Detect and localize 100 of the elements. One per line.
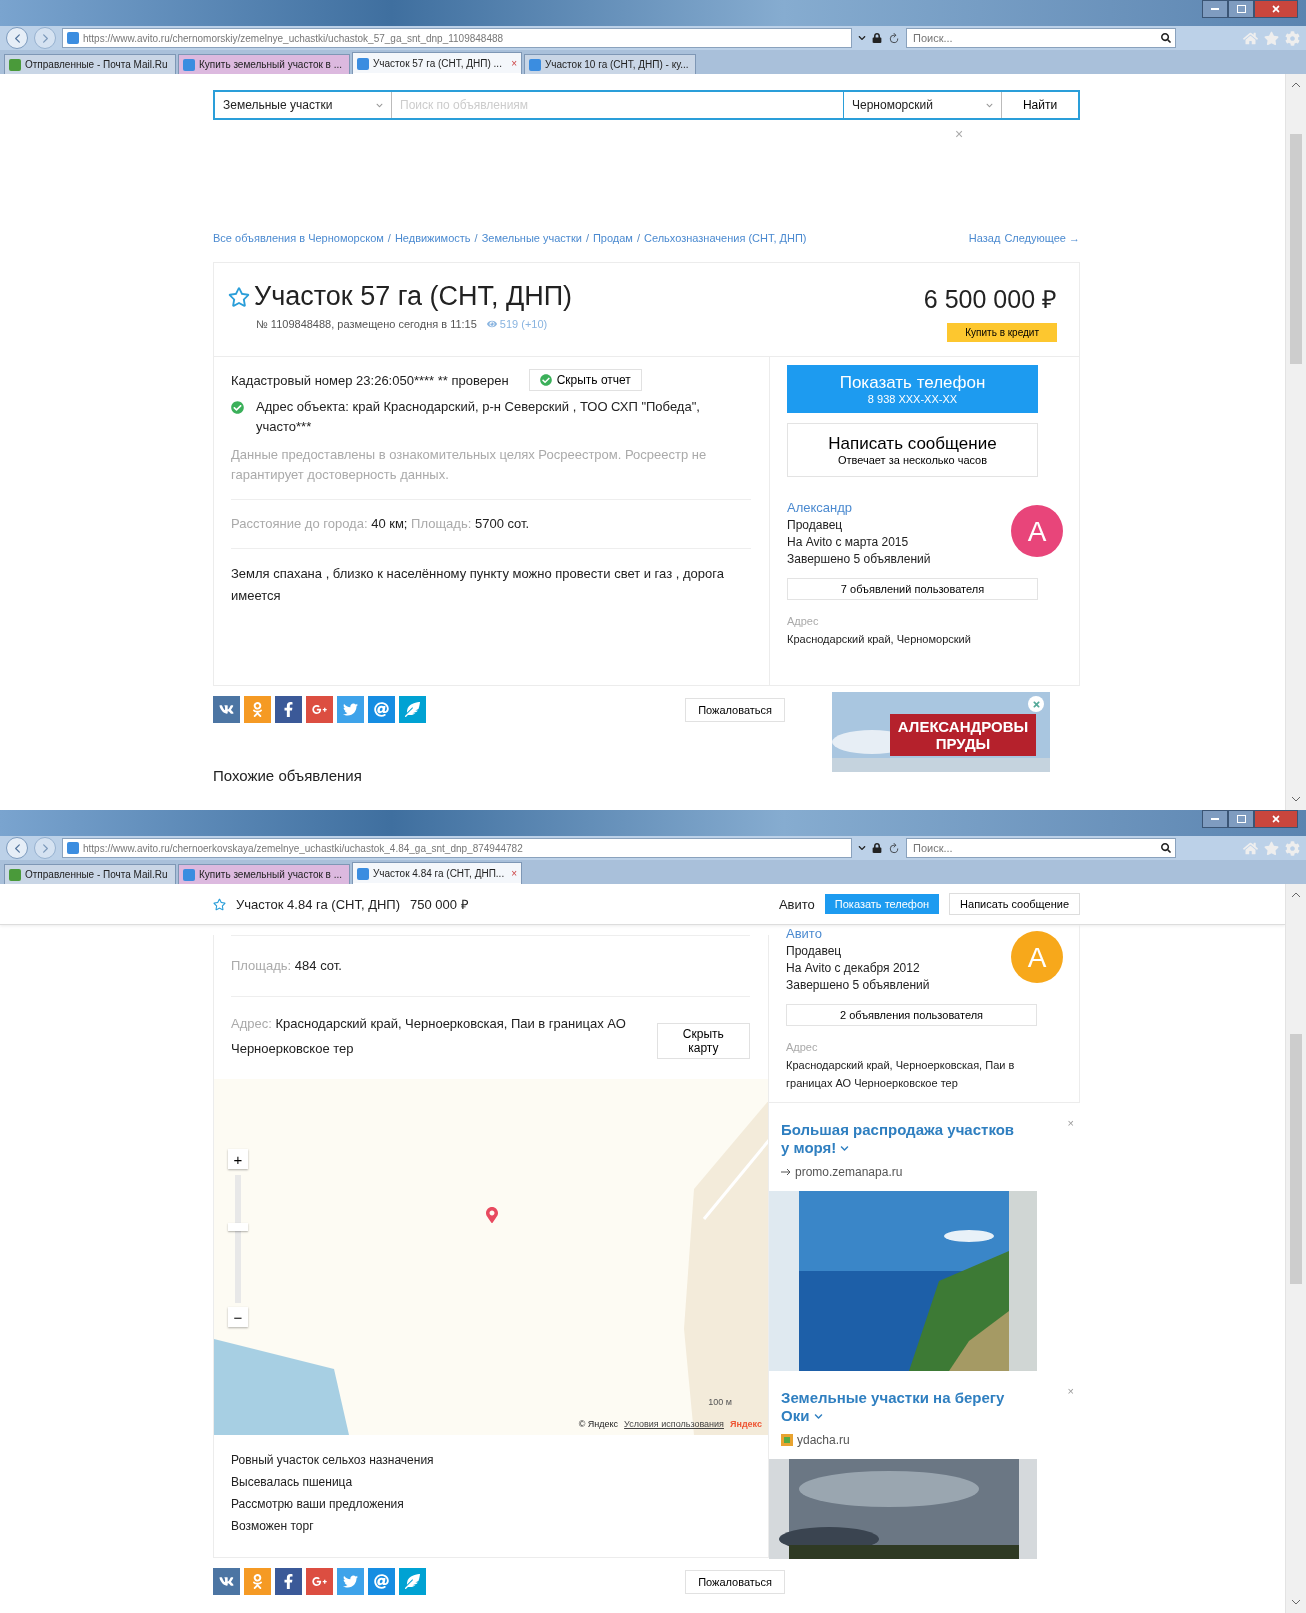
breadcrumb-link[interactable]: Земельные участки	[481, 232, 582, 244]
scroll-up-icon[interactable]	[1291, 892, 1301, 898]
user-listings-button[interactable]: 7 объявлений пользователя	[787, 578, 1038, 600]
scroll-up-icon[interactable]	[1291, 82, 1301, 88]
favorite-star-icon[interactable]	[213, 897, 226, 911]
credit-button[interactable]: Купить в кредит	[947, 323, 1057, 342]
address-field[interactable]: https://www.avito.ru/chernoerkovskaya/zemelnye_uchastki/uchastok_4.84_ga_snt_dnp_874944782	[62, 838, 852, 858]
browser-tab[interactable]: Купить земельный участок в ...	[178, 54, 350, 74]
site-favicon-icon	[67, 842, 79, 854]
star-icon[interactable]	[1264, 30, 1279, 46]
tab-label: Купить земельный участок в ...	[199, 869, 343, 880]
tab-close-button[interactable]: ×	[511, 868, 517, 879]
breadcrumb-link[interactable]: Продам	[592, 232, 633, 244]
breadcrumb-separator: /	[474, 232, 478, 244]
tab-close-button[interactable]: ×	[511, 58, 517, 69]
scrollbar[interactable]	[1285, 74, 1306, 810]
favorite-star-icon[interactable]	[228, 285, 250, 308]
at-sign-icon	[374, 1574, 389, 1589]
dropdown-icon[interactable]	[858, 844, 866, 852]
param-value: 40 км;	[371, 516, 408, 531]
tab-label: Отправленные - Почта Mail.Ru	[25, 869, 168, 880]
param-value: 484 сот.	[294, 958, 342, 973]
maximize-button[interactable]	[1228, 810, 1254, 828]
search-icon[interactable]	[1161, 33, 1171, 43]
minimize-button[interactable]	[1202, 0, 1228, 18]
hide-map-button[interactable]: Скрыть карту	[656, 1023, 750, 1059]
search-field[interactable]: Поиск...	[906, 838, 1176, 858]
browser-tab[interactable]: Купить земельный участок в ...	[178, 864, 350, 884]
tab-label: Участок 10 га (СНТ, ДНП) - ку...	[545, 59, 689, 70]
star-icon[interactable]	[1264, 840, 1279, 856]
address-field[interactable]: https://www.avito.ru/chernomorskiy/zemelnye_uchastki/uchastok_57_ga_snt_dnp_1109848488	[62, 28, 852, 48]
url-text: https://www.avito.ru/chernoerkovskaya/zemelnye_uchastki/uchastok_4.84_ga_snt_dnp_874944782	[83, 842, 523, 854]
minimize-button[interactable]	[1202, 810, 1228, 828]
site-favicon-icon	[183, 58, 195, 71]
refresh-icon[interactable]	[888, 842, 900, 854]
browser-tab[interactable]: Участок 57 га (СНТ, ДНП) ... ×	[352, 52, 522, 74]
cadastre-text: Кадастровый номер 23:26:050**** ** проверен	[231, 372, 509, 388]
banner-title: АЛЕКСАНДРОВЫ ПРУДЫ	[890, 714, 1036, 756]
odnoklassniki-icon	[250, 1574, 265, 1589]
browser-tab[interactable]: Отправленные - Почта Mail.Ru	[4, 864, 176, 884]
report-button[interactable]: Пожаловаться	[685, 1569, 785, 1594]
search-icon[interactable]	[1161, 843, 1171, 853]
description-text: Высевалась пшеница	[231, 1474, 354, 1491]
ad-title-link[interactable]: Земельные участки на берегу Оки	[781, 1389, 1016, 1425]
search-field[interactable]: Поиск...	[906, 28, 1176, 48]
share-button[interactable]	[368, 1568, 395, 1595]
minimize-icon	[1211, 818, 1219, 820]
description-text: Земля спахана , близко к населённому пункту можно провести свет и газ , дорога имеется	[231, 565, 725, 605]
listing-price: 6 500 000 ₽	[923, 284, 1057, 315]
browser-tab[interactable]: Отправленные - Почта Mail.Ru	[4, 54, 176, 74]
seller-name-link[interactable]: Авито	[786, 926, 822, 941]
scroll-down-icon[interactable]	[1291, 1599, 1301, 1605]
refresh-icon[interactable]	[888, 32, 900, 44]
scrollbar-thumb[interactable]	[1290, 1034, 1302, 1284]
ad-title-link[interactable]: Большая распродажа участков у моря!	[781, 1121, 1016, 1157]
twitter-icon	[343, 702, 358, 717]
share-button[interactable]	[306, 696, 333, 723]
breadcrumb-link[interactable]: Недвижимость	[394, 232, 471, 244]
completed-count: Завершено 5 объявлений	[787, 551, 931, 568]
avatar: А	[1011, 505, 1063, 557]
scrollbar[interactable]	[1285, 884, 1306, 1613]
share-button[interactable]	[275, 696, 302, 723]
maximize-button[interactable]	[1228, 0, 1254, 18]
close-button[interactable]	[1254, 0, 1298, 18]
browser-tab[interactable]: Участок 10 га (СНТ, ДНП) - ку...	[524, 54, 696, 74]
lock-icon	[872, 843, 882, 853]
browser-tab[interactable]: Участок 4.84 га (СНТ, ДНП... ×	[352, 862, 522, 884]
dropdown-icon[interactable]	[858, 34, 866, 42]
report-button[interactable]: Пожаловаться	[685, 697, 785, 722]
lock-icon	[872, 33, 882, 43]
back-button[interactable]	[6, 27, 28, 49]
seller-name-link[interactable]: Александр	[787, 500, 853, 515]
share-button[interactable]	[306, 1568, 333, 1595]
nav-link[interactable]: Следующее →	[1004, 232, 1080, 244]
scroll-down-icon[interactable]	[1291, 796, 1301, 802]
write-message-button[interactable]: Написать сообщение Отвечает за несколько часов	[787, 423, 1038, 477]
minimize-icon	[1211, 8, 1219, 10]
breadcrumb-link[interactable]: Сельхозназначения (СНТ, ДНП)	[644, 232, 807, 244]
share-button[interactable]	[275, 1568, 302, 1595]
scrollbar-thumb[interactable]	[1290, 134, 1302, 364]
write-message-button[interactable]: Написать сообщение	[949, 893, 1080, 915]
share-button[interactable]	[213, 696, 240, 723]
share-button[interactable]	[213, 1568, 240, 1595]
ad-domain: promo.zemanapa.ru	[795, 1165, 903, 1179]
view-count: 519 (+10)	[499, 318, 548, 330]
breadcrumb-separator: /	[387, 232, 391, 244]
address-text: Адрес: Краснодарский край, Черноерковская, Паи в границах АО Черноерковское тер	[231, 1015, 627, 1058]
back-button[interactable]	[6, 837, 28, 859]
maximize-icon	[1236, 5, 1246, 13]
tab-label: Отправленные - Почта Mail.Ru	[25, 59, 168, 70]
user-listings-button[interactable]: 2 объявления пользователя	[786, 1004, 1037, 1026]
share-button[interactable]	[399, 696, 426, 723]
share-button[interactable]	[368, 696, 395, 723]
share-button[interactable]	[399, 1568, 426, 1595]
close-button[interactable]	[1254, 810, 1298, 828]
breadcrumb-link[interactable]: Все объявления в Черноморском	[213, 232, 384, 244]
vk-icon	[219, 1574, 234, 1589]
check-icon	[231, 401, 244, 414]
hide-report-button[interactable]: Скрыть отчет	[528, 369, 642, 391]
nav-link[interactable]: Назад	[968, 232, 1001, 244]
